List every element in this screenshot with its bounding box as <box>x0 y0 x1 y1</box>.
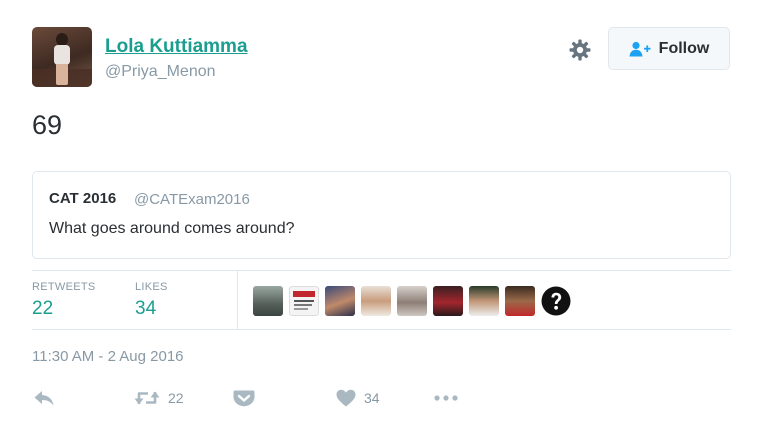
retweets-label: RETWEETS <box>32 281 96 293</box>
likes-count[interactable]: 34 <box>135 298 156 320</box>
liker-avatar[interactable] <box>325 286 355 316</box>
like-button[interactable]: 34 <box>336 389 380 407</box>
retweet-icon <box>134 391 160 405</box>
liker-avatar[interactable] <box>505 286 535 316</box>
liker-avatar[interactable] <box>289 286 319 316</box>
follow-button-label: Follow <box>658 39 710 57</box>
author-avatar[interactable] <box>32 27 92 87</box>
like-count: 34 <box>364 390 380 406</box>
liker-avatar[interactable] <box>361 286 391 316</box>
author-handle[interactable]: @Priya_Menon <box>105 63 216 81</box>
liker-avatar[interactable] <box>469 286 499 316</box>
heart-icon <box>336 389 356 407</box>
divider <box>237 271 238 329</box>
gear-icon[interactable] <box>568 38 592 62</box>
retweets-count[interactable]: 22 <box>32 298 53 320</box>
liker-avatar[interactable] <box>253 286 283 316</box>
divider <box>32 329 731 330</box>
tweet-text: 69 <box>32 110 63 140</box>
quoted-tweet-name: CAT 2016 <box>49 190 117 207</box>
reply-icon <box>34 391 54 406</box>
reply-button[interactable] <box>33 389 55 407</box>
likes-label: LIKES <box>135 281 168 293</box>
quoted-tweet-text: What goes around comes around? <box>49 220 295 237</box>
quoted-tweet[interactable]: CAT 2016 @CATExam2016 What goes around c… <box>32 171 731 259</box>
divider <box>32 270 731 271</box>
quoted-tweet-handle: @CATExam2016 <box>134 191 250 208</box>
more-button[interactable] <box>433 391 459 405</box>
add-user-icon <box>629 41 651 56</box>
more-dots-icon <box>434 395 458 401</box>
pocket-icon <box>233 390 255 407</box>
liker-avatar[interactable] <box>433 286 463 316</box>
retweet-count: 22 <box>168 390 184 406</box>
liker-avatar[interactable] <box>397 286 427 316</box>
pocket-button[interactable] <box>233 389 255 407</box>
retweet-button[interactable]: 22 <box>134 389 184 407</box>
tweet-timestamp[interactable]: 11:30 AM - 2 Aug 2016 <box>32 348 184 365</box>
author-display-name[interactable]: Lola Kuttiamma <box>105 36 248 58</box>
question-mark-icon[interactable] <box>541 286 571 316</box>
follow-button[interactable]: Follow <box>608 27 730 70</box>
